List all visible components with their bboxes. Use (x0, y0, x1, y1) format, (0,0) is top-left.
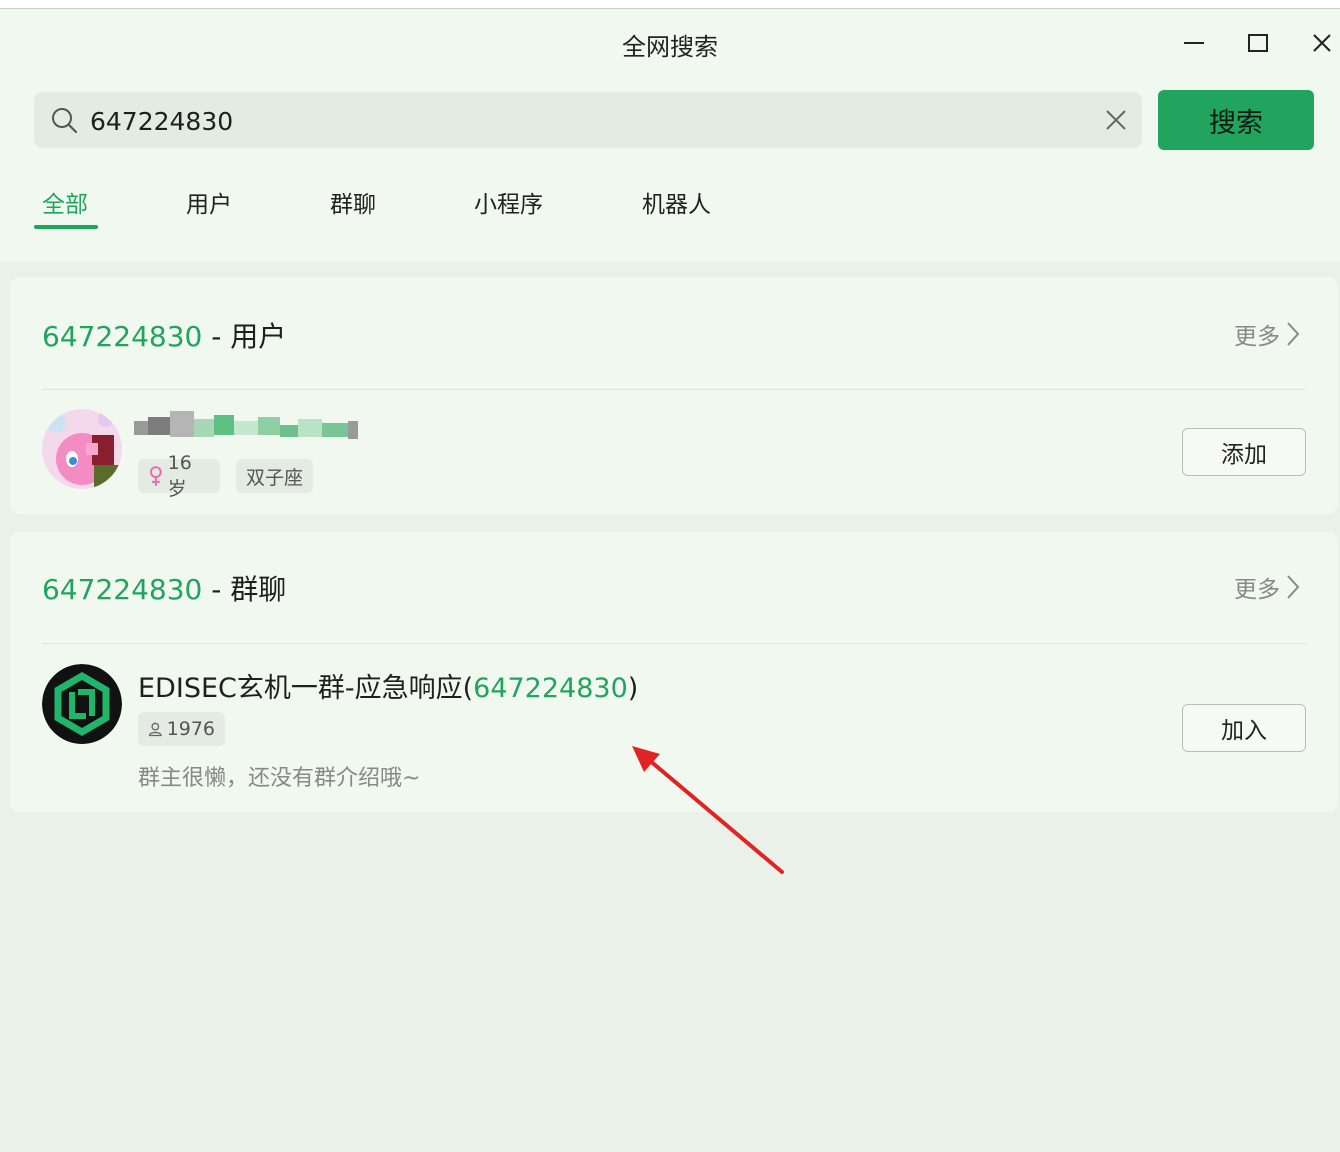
search-box (34, 92, 1142, 148)
group-name[interactable]: EDISEC玄机一群-应急响应(647224830) (138, 666, 638, 705)
active-tab-indicator (34, 225, 98, 229)
person-icon (148, 722, 162, 737)
member-count: 1976 (166, 718, 215, 740)
minimize-button[interactable] (1176, 25, 1212, 61)
divider (42, 389, 1306, 390)
heading-suffix: - 群聊 (202, 573, 287, 606)
minimize-icon (1184, 42, 1204, 44)
tab-bots[interactable]: 机器人 (642, 185, 711, 219)
tab-groups[interactable]: 群聊 (330, 185, 376, 219)
window-edge (0, 0, 1340, 8)
annotation-arrow-icon (632, 746, 784, 874)
tab-users[interactable]: 用户 (186, 185, 232, 219)
clear-search-icon[interactable] (1102, 106, 1130, 134)
group-more-link[interactable]: 更多 (1234, 570, 1300, 604)
group-avatar[interactable] (42, 664, 122, 744)
group-id: 647224830 (473, 673, 628, 704)
heading-keyword: 647224830 (42, 573, 203, 606)
zodiac-tag: 双子座 (236, 459, 313, 493)
more-label: 更多 (1234, 324, 1280, 350)
search-tabs: 全部 用户 群聊 小程序 机器人 (0, 179, 1340, 239)
heading-keyword: 647224830 (42, 320, 203, 353)
window-title: 全网搜索 (622, 33, 718, 61)
tab-mini-programs[interactable]: 小程序 (474, 185, 543, 219)
tab-all[interactable]: 全部 (42, 185, 88, 219)
add-friend-button[interactable]: 添加 (1182, 428, 1306, 476)
chevron-right-icon (1287, 575, 1300, 599)
divider (42, 643, 1306, 644)
member-count-tag: 1976 (138, 712, 225, 746)
search-input[interactable] (88, 100, 1072, 142)
group-name-close: ) (627, 673, 639, 704)
close-button[interactable] (1304, 25, 1340, 61)
close-icon (1313, 34, 1331, 52)
group-name-text: EDISEC玄机一群-应急响应( (138, 673, 474, 704)
gender-age-tag: 16岁 (138, 452, 220, 500)
search-icon (52, 108, 78, 134)
group-section-heading: 647224830 - 群聊 (42, 568, 286, 608)
blurred-username (134, 411, 358, 439)
age-label: 16岁 (167, 451, 192, 500)
maximize-icon (1248, 34, 1268, 52)
more-label: 更多 (1234, 577, 1280, 603)
user-avatar[interactable] (42, 409, 122, 489)
group-description: 群主很懒，还没有群介绍哦~ (138, 766, 421, 791)
pony-avatar-image (42, 409, 122, 489)
chevron-right-icon (1287, 322, 1300, 346)
header: 全网搜索 搜索 全部 用户 群聊 小程序 机器人 (0, 8, 1340, 261)
user-results-card: 647224830 - 用户 更多 16岁 双子座 添加 (10, 277, 1338, 514)
join-group-button[interactable]: 加入 (1182, 704, 1306, 752)
female-icon (149, 466, 162, 486)
heading-suffix: - 用户 (202, 320, 287, 353)
edisec-logo-icon (42, 664, 122, 744)
user-section-heading: 647224830 - 用户 (42, 315, 286, 355)
maximize-button[interactable] (1240, 25, 1276, 61)
user-more-link[interactable]: 更多 (1234, 317, 1300, 351)
search-button[interactable]: 搜索 (1158, 90, 1314, 150)
